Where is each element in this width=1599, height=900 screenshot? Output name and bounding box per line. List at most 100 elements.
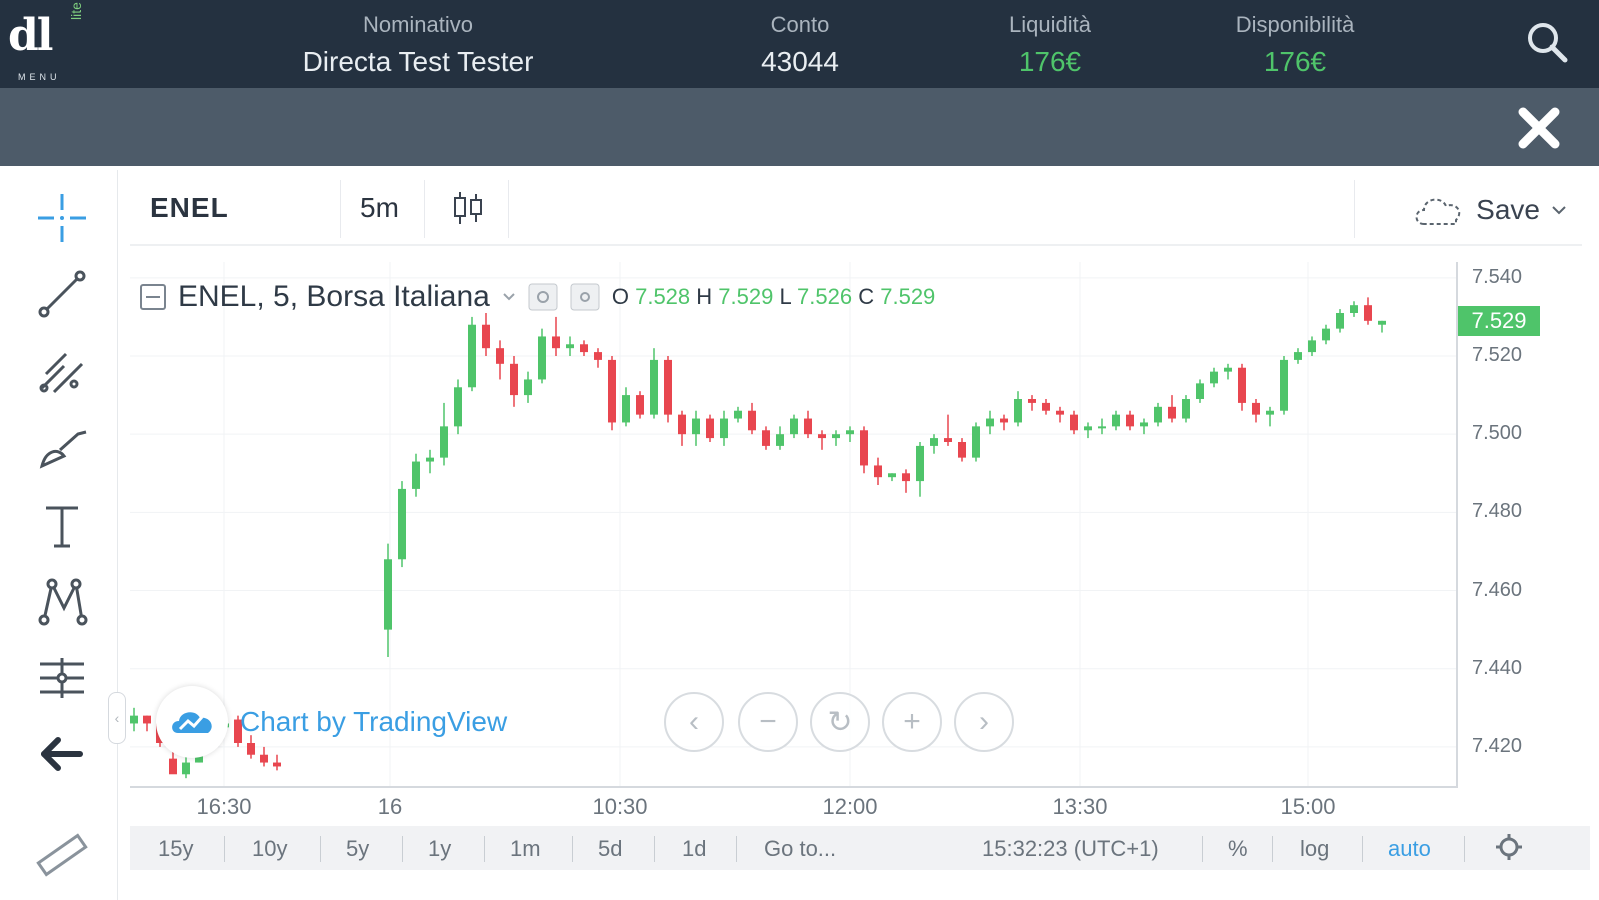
candle-body [986,418,994,427]
candle-body [1364,305,1372,321]
series-title[interactable]: ENEL, 5, Borsa Italiana [178,280,490,314]
candle-body [566,344,574,349]
account-number-field: Conto 43044 [710,12,890,78]
candle-body [454,387,462,427]
settings-icon[interactable] [570,283,600,311]
menu-label: MENU [18,72,61,82]
low-label: L [779,284,791,309]
price-tick-label: 7.500 [1472,422,1523,445]
candle-body [1322,328,1330,341]
tradingview-watermark[interactable]: Chart by TradingView [156,686,507,758]
pattern-icon[interactable] [32,572,92,632]
range-1d-button[interactable]: 1d [682,836,706,862]
close-icon[interactable] [1515,104,1563,152]
ruler-icon[interactable] [30,826,90,886]
percent-scale-toggle[interactable]: % [1228,836,1248,862]
chart-type-candles-icon[interactable] [448,188,488,228]
field-label: Disponibilità [1235,12,1355,37]
candle-body [1182,399,1190,419]
menu-logo-button[interactable]: dl lite MENU [8,2,92,82]
toolbar-collapse-handle[interactable]: ‹ [108,692,126,744]
time-axis[interactable]: 16:30 16 10:30 12:00 13:30 15:00 [130,790,1460,824]
pitchfork-icon[interactable] [32,342,92,402]
price-axis[interactable]: 7.540 7.520 7.500 7.480 7.460 7.440 7.420 7.529 [1458,262,1598,788]
candle-body [1238,367,1246,403]
price-tick-label: 7.520 [1472,344,1523,366]
range-10y-button[interactable]: 10y [252,836,287,862]
reset-chart-button[interactable]: ↻ [810,692,870,752]
open-value: 7.528 [635,284,691,309]
price-tick-label: 7.460 [1472,578,1523,601]
candle-body [874,465,882,478]
eye-icon[interactable] [528,283,558,311]
clock-timezone[interactable]: 15:32:23 (UTC+1) [982,836,1159,862]
candle-body [916,445,924,482]
gear-icon[interactable] [1494,832,1524,868]
zoom-out-button[interactable]: − [738,692,798,752]
availability-field: Disponibilità 176€ [1180,12,1410,78]
toolbar-divider [340,180,341,238]
candle-body [790,418,798,435]
candle-body [1280,359,1288,411]
candle-body [1308,340,1316,353]
toolbar-divider [424,180,425,238]
divider [1272,836,1273,862]
collapse-legend-icon[interactable] [140,284,166,310]
range-15y-button[interactable]: 15y [158,836,193,862]
candle-body [130,715,138,724]
field-value: 176€ [1018,46,1082,77]
account-name-field: Nominativo Directa Test Tester [288,12,548,78]
candle-body [1126,414,1134,427]
candle-body [1350,305,1358,313]
save-button[interactable]: Save [1410,190,1568,230]
candle-body [1224,367,1232,372]
high-label: H [696,284,713,309]
close-value: 7.529 [880,284,936,309]
chevron-down-icon[interactable] [502,292,516,302]
candle-body [1196,383,1204,399]
range-5y-button[interactable]: 5y [346,836,369,862]
time-tick-label: 15:00 [1280,794,1336,819]
candle-body [720,418,728,439]
time-tick-label: 12:00 [822,794,878,819]
ohlc-values: O 7.528 H 7.529 L 7.526 C 7.529 [612,284,935,310]
liquidity-field: Liquidità 176€ [950,12,1150,78]
chart-panel-header [0,88,1599,166]
zoom-in-button[interactable]: + [882,692,942,752]
interval-selector[interactable]: 5m [360,192,399,224]
candle-body [664,359,672,415]
log-scale-toggle[interactable]: log [1300,836,1329,862]
time-tick-label: 16 [377,794,403,819]
candle-body [1070,414,1078,431]
divider [736,836,737,862]
candle-body [1154,406,1162,423]
candle-body [846,430,854,435]
candle-body [580,344,588,353]
search-icon[interactable] [1525,20,1569,64]
measure-range-icon[interactable] [32,648,92,708]
candle-body [594,352,602,360]
candle-body [524,379,532,396]
back-arrow-icon[interactable] [32,724,92,784]
divider [484,836,485,862]
time-tick-label: 10:30 [592,794,648,819]
range-5d-button[interactable]: 5d [598,836,622,862]
series-legend: ENEL, 5, Borsa Italiana O 7.528 H 7.529 … [140,280,935,314]
trend-line-icon[interactable] [32,264,92,324]
range-1m-button[interactable]: 1m [510,836,541,862]
chart-toolbar: ENEL 5m Save [130,172,1582,246]
auto-scale-toggle[interactable]: auto [1388,836,1431,862]
text-tool-icon[interactable] [32,496,92,556]
candle-body [1098,426,1106,429]
candle-body [398,488,406,560]
brush-icon[interactable] [32,418,92,478]
scroll-right-button[interactable]: › [954,692,1014,752]
price-tick-label: 7.420 [1472,734,1523,757]
logo-text: dl [8,10,54,61]
range-1y-button[interactable]: 1y [428,836,451,862]
scroll-left-button[interactable]: ‹ [664,692,724,752]
symbol-selector[interactable]: ENEL [150,192,229,224]
crosshair-icon[interactable] [32,188,92,248]
go-to-date-button[interactable]: Go to... [764,836,836,862]
candle-body [538,336,546,380]
